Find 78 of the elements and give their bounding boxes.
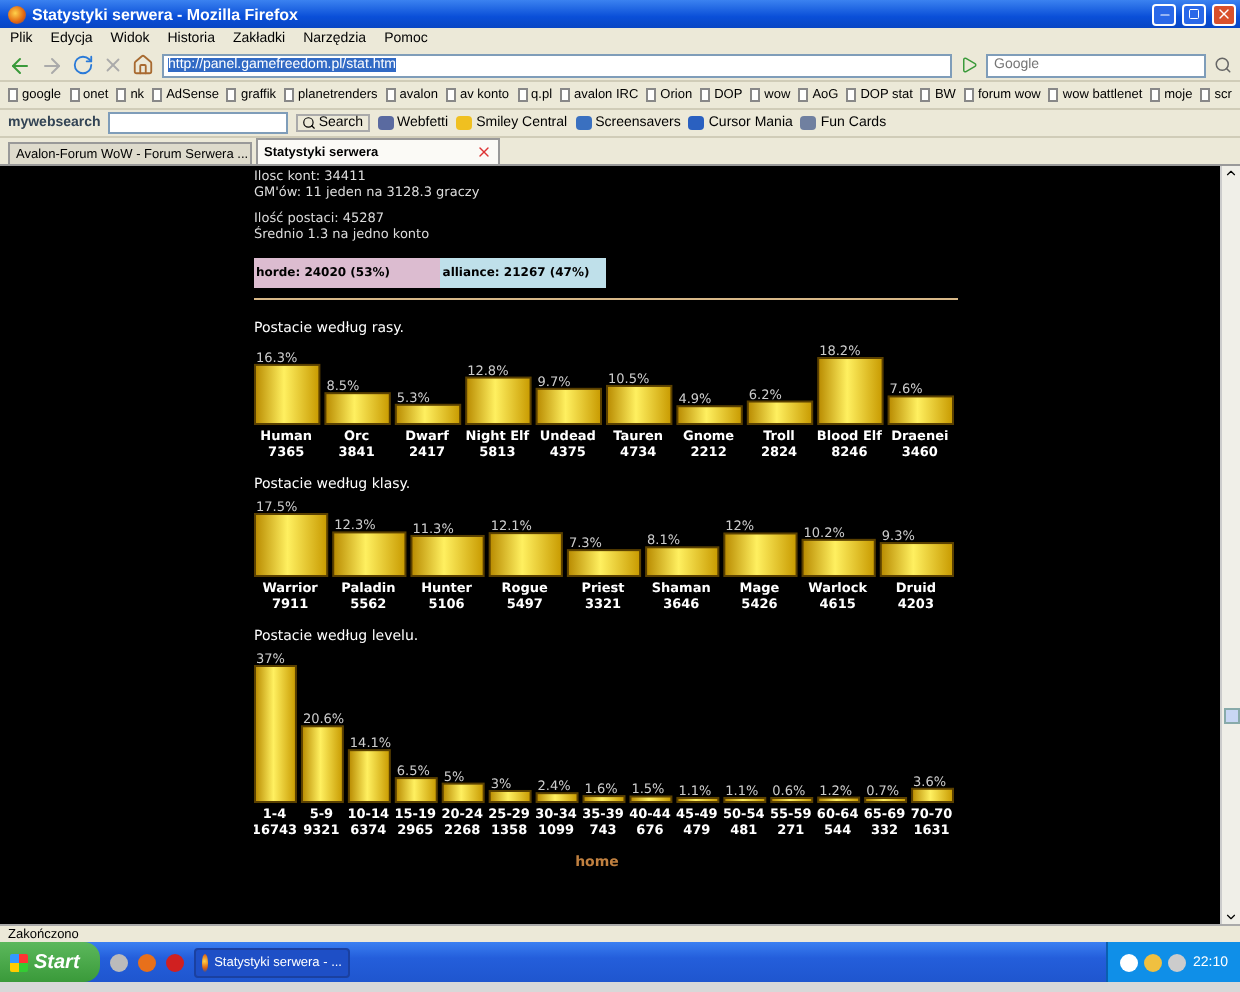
bar	[645, 546, 720, 577]
stop-icon[interactable]	[102, 54, 124, 76]
bar	[535, 387, 602, 425]
search-icon[interactable]	[1214, 56, 1232, 74]
bar	[441, 782, 485, 803]
scroll-up-icon[interactable]	[1224, 166, 1238, 180]
page-icon	[920, 88, 931, 102]
back-icon[interactable]	[8, 53, 32, 77]
page-icon	[1200, 88, 1211, 102]
page-icon	[116, 88, 127, 102]
search-icon	[302, 116, 317, 130]
bar	[676, 405, 743, 425]
firefox-icon	[202, 953, 209, 971]
page-icon	[517, 88, 528, 102]
page-icon	[284, 88, 295, 102]
scrollbar[interactable]	[1220, 166, 1240, 924]
bar	[394, 403, 462, 425]
firefox-icon	[8, 5, 26, 23]
home-icon[interactable]	[132, 54, 154, 76]
page-icon	[385, 88, 396, 102]
bar	[723, 796, 767, 803]
bar	[582, 795, 626, 803]
windows-flag-icon	[10, 953, 28, 971]
maximize-button[interactable]	[1182, 3, 1206, 25]
firefox-icon[interactable]	[138, 953, 156, 971]
page-icon	[646, 88, 657, 102]
bar	[254, 513, 329, 577]
bar	[566, 549, 642, 577]
bar	[864, 797, 908, 803]
bar	[394, 777, 438, 803]
go-icon[interactable]	[960, 56, 978, 74]
page-icon	[798, 88, 809, 102]
bar	[332, 531, 407, 577]
close-icon[interactable]	[476, 144, 492, 160]
page-icon	[963, 88, 974, 102]
close-icon	[1216, 6, 1232, 22]
bar	[488, 532, 563, 577]
bar	[879, 542, 954, 577]
bar	[629, 795, 673, 803]
page-icon	[846, 88, 857, 102]
page-icon	[560, 88, 571, 102]
bar	[254, 363, 321, 425]
page-icon	[1048, 88, 1059, 102]
bar	[817, 357, 884, 425]
bar	[535, 792, 579, 803]
page-icon	[700, 88, 711, 102]
bar	[887, 395, 954, 425]
bar	[770, 797, 814, 803]
maximize-icon	[1188, 8, 1200, 20]
bar	[911, 787, 954, 803]
page-icon	[445, 88, 456, 102]
bar	[746, 400, 814, 425]
bar	[676, 796, 720, 803]
page-icon	[152, 88, 163, 102]
page-icon	[226, 88, 237, 102]
bar	[465, 376, 532, 425]
page-icon	[69, 88, 80, 102]
bar	[723, 532, 798, 577]
reload-icon[interactable]	[72, 54, 94, 76]
toolbar-search-field[interactable]	[108, 112, 289, 134]
forward-icon[interactable]	[40, 53, 64, 77]
bar	[410, 534, 485, 577]
window-title: Statystyki serwera - Mozilla Firefox	[32, 5, 300, 23]
close-button[interactable]	[1212, 3, 1236, 25]
page-icon	[8, 88, 18, 102]
scroll-down-icon[interactable]	[1224, 910, 1238, 924]
page-icon	[1150, 88, 1161, 102]
bar	[801, 538, 876, 577]
minimize-button[interactable]	[1152, 3, 1176, 25]
bar	[606, 384, 673, 425]
bar	[347, 749, 391, 803]
scroll-thumb[interactable]	[1223, 707, 1239, 723]
bar	[300, 725, 344, 803]
bar	[254, 665, 297, 803]
bar	[488, 789, 532, 803]
bar	[324, 392, 391, 425]
page-icon	[750, 88, 761, 102]
bar	[817, 796, 861, 803]
